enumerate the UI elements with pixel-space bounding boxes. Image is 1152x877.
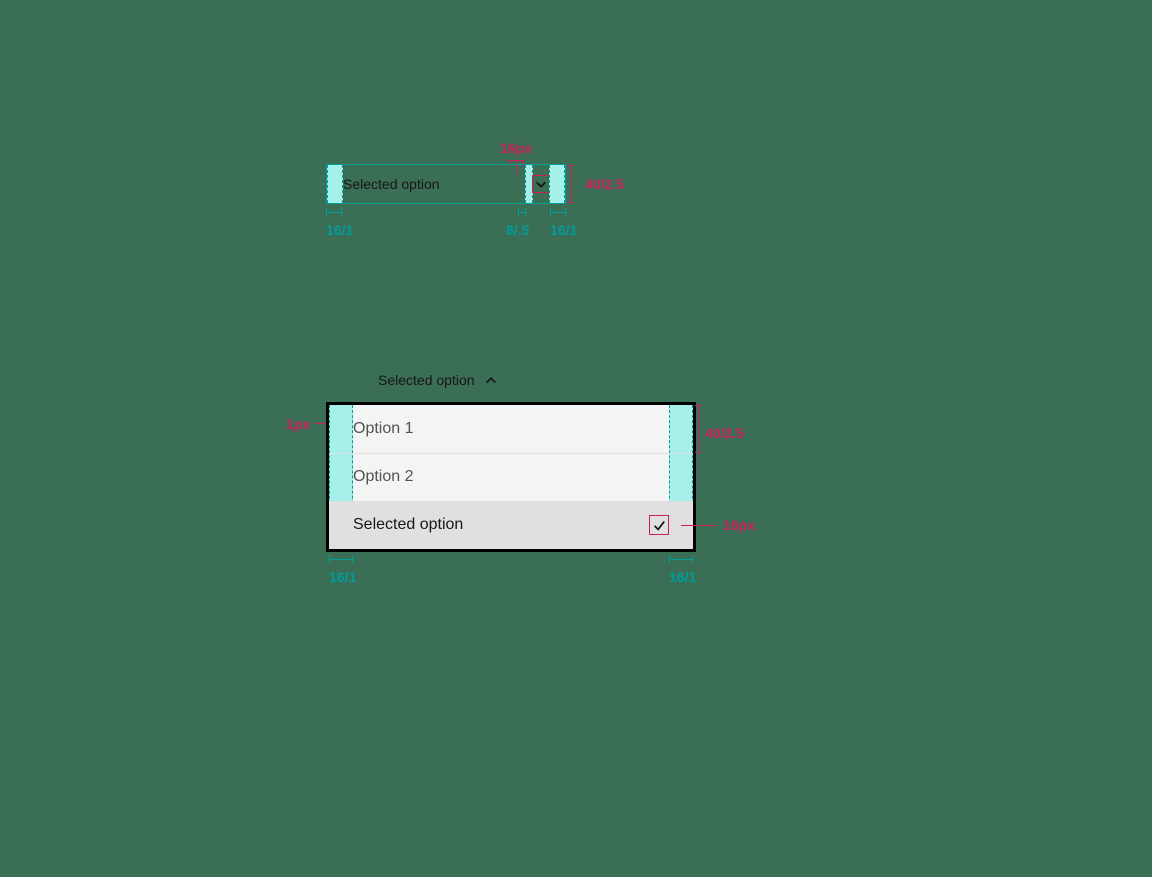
chevron-down-icon (533, 176, 549, 192)
row-height-dimension (695, 405, 701, 453)
checkmark-icon (649, 515, 669, 535)
dim-right-label: 16/1 (550, 222, 566, 238)
chevron-size-label: 16px (500, 140, 532, 156)
menu-option-selected[interactable]: Selected option 16px (329, 501, 693, 549)
dropdown-open-spec: Selected option 1px Option 1 40/2. (326, 364, 696, 552)
menu-option-label: Option 2 (353, 468, 669, 486)
chevron-up-icon (483, 372, 499, 388)
menu-dim-right-label: 16/1 (669, 569, 693, 585)
padding-left-guide (327, 165, 343, 203)
dropdown-closed-spec: 16px Selected option 40/2.5 16/1 (326, 164, 566, 204)
row-height-label: 40/2.5 (705, 425, 744, 441)
checkmark-size-label: 16px (723, 517, 755, 533)
menu-option-label: Selected option (353, 516, 649, 534)
menu-dim-left-label: 16/1 (329, 569, 353, 585)
menu-option[interactable]: Option 1 40/2.5 (329, 405, 693, 453)
trigger-label: Selected option (378, 372, 475, 388)
height-label: 40/2.5 (585, 176, 624, 192)
dropdown-open-trigger[interactable]: Selected option (326, 364, 696, 396)
menu-option-label: Option 1 (353, 420, 669, 438)
dim-mid-label: 8/.5 (506, 222, 526, 238)
menu-option[interactable]: Option 2 (329, 453, 693, 501)
dropdown-closed[interactable]: Selected option 40/2.5 (326, 164, 566, 204)
dropdown-menu: Option 1 40/2.5 Option 2 Selected option (326, 402, 696, 552)
padding-mid-guide (525, 165, 533, 203)
padding-right-guide (549, 165, 565, 203)
dim-left-label: 16/1 (326, 222, 342, 238)
height-dimension: 40/2.5 (567, 165, 573, 203)
checkmark-size-callout: 16px (681, 517, 755, 533)
dropdown-selected-label: Selected option (343, 176, 525, 192)
divider-thickness-label: 1px (286, 416, 310, 432)
spec-canvas: 16px Selected option 40/2.5 16/1 (276, 154, 876, 724)
